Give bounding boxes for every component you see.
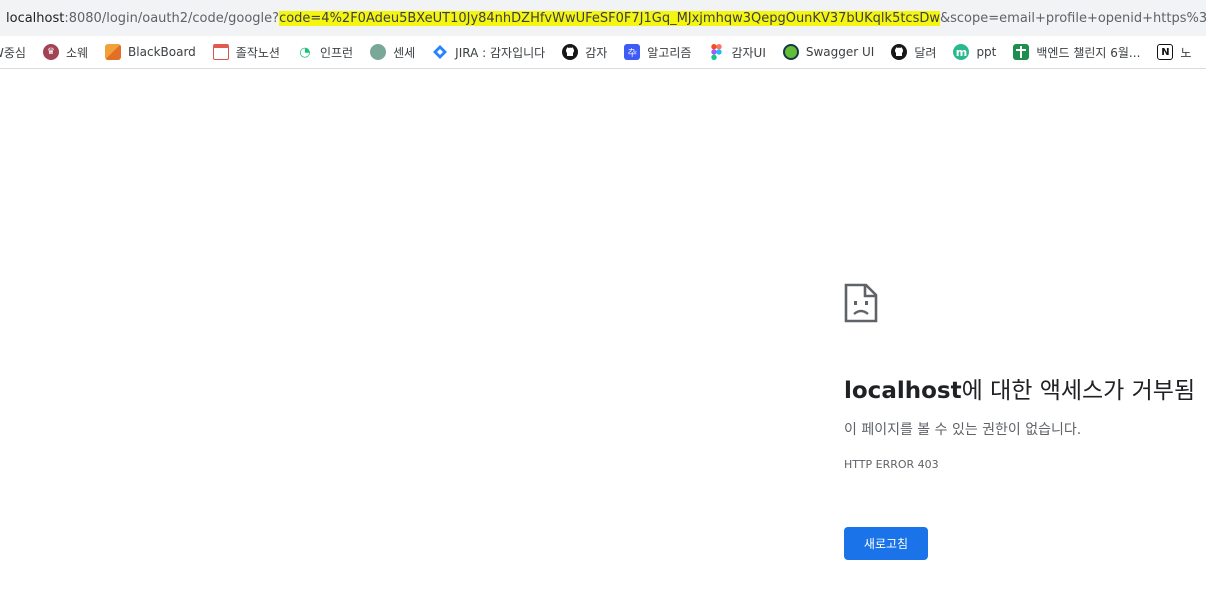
url-highlighted-code: code=4%2F0Adeu5BXeUT10Jy84nhDZHfvWwUFeSF… [279,10,940,26]
blackboard-icon [105,44,122,60]
algorithm-icon: 卆 [624,44,641,60]
bookmark-soweb[interactable]: ♛ 소웨 [42,44,89,61]
bookmark-ppt[interactable]: m ppt [953,44,996,60]
bookmark-algorithm[interactable]: 卆 알고리즘 [624,44,691,61]
bookmark-chatgpt[interactable]: 센세 [370,44,415,61]
bookmark-label: 알고리즘 [647,45,692,60]
github-icon [891,44,908,60]
bookmark-label: 노 [1180,45,1192,60]
bookmark-inflearn[interactable]: ◔ 인프런 [297,44,353,61]
notion-icon: N [1157,44,1174,60]
url-rest: &scope=email+profile+openid+https%3A%2 [940,10,1206,26]
bookmark-jira[interactable]: JIRA : 감자입니다 [432,44,545,61]
m-icon: m [953,44,970,60]
bookmark-label: 졸작노션 [235,45,280,60]
reload-button[interactable]: 새로고침 [844,527,928,560]
bookmark-label: 센세 [393,45,416,60]
bookmark-label: JIRA : 감자입니다 [455,45,546,60]
address-bar[interactable]: localhost :8080/login/oauth2/code/google… [0,0,1206,36]
bookmark-label: 백엔드 챌린지 6월... [1036,45,1141,60]
error-description: 이 페이지를 볼 수 있는 권한이 없습니다. [844,422,1082,438]
chatgpt-icon [370,44,387,60]
bookmark-label: 인프런 [319,45,354,60]
error-title-message: 에 대한 액세스가 거부됨 [961,378,1196,404]
bookmark-label: 소웨 [65,45,89,60]
calendar-icon [212,44,229,60]
error-title: localhost에 대한 액세스가 거부됨 [844,371,1195,405]
url-host: localhost [6,10,65,26]
bookmark-label: 감자 [585,45,608,60]
url-path: :8080/login/oauth2/code/google? [64,10,280,26]
bookmark-notion-calendar[interactable]: 졸작노션 [212,44,280,61]
error-code: HTTP ERROR 403 [844,458,939,471]
error-title-host: localhost [844,378,962,404]
bookmark-label: Swagger UI [805,45,875,59]
github-icon [562,44,579,60]
bookmarks-bar: W중심 ♛ 소웨 BlackBoard 졸작노션 ◔ 인프런 센세 JIRA :… [0,36,1206,69]
bookmark-backend-challenge[interactable]: 백엔드 챌린지 6월... [1013,44,1140,61]
sheets-icon [1013,44,1030,60]
bookmark-github-dallyeo[interactable]: 달려 [891,44,936,61]
figma-icon [708,44,724,60]
bookmark-label: 달려 [914,45,937,60]
bookmark-w[interactable]: W중심 [0,44,26,61]
bookmark-swagger[interactable]: Swagger UI [782,44,875,60]
bookmark-github-gamja[interactable]: 감자 [562,44,607,61]
bookmark-blackboard[interactable]: BlackBoard [105,44,196,60]
bookmark-label: BlackBoard [128,45,196,59]
sad-page-icon [844,283,878,323]
bookmark-figma[interactable]: 감자UI [708,44,766,61]
maroon-shield-icon: ♛ [42,44,59,60]
bookmark-label: W중심 [0,45,26,60]
swagger-icon [782,44,799,60]
jira-icon [432,44,448,60]
bookmark-label: 감자UI [731,45,766,60]
bookmark-notion[interactable]: N 노 [1157,44,1191,61]
inflearn-icon: ◔ [299,44,311,60]
bookmark-label: ppt [976,45,997,59]
